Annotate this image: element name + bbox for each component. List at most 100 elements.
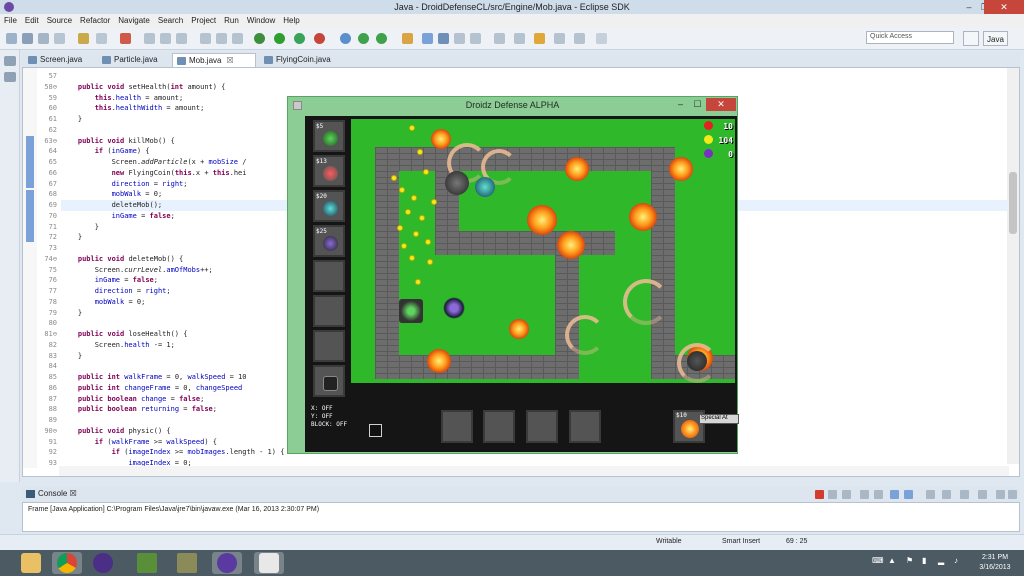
teal-tower[interactable] [475, 177, 495, 197]
menu-file[interactable]: File [0, 14, 21, 27]
menu-source[interactable]: Source [43, 14, 76, 27]
search-icon[interactable] [422, 33, 433, 44]
save-icon[interactable] [22, 33, 33, 44]
step-into-icon[interactable] [200, 33, 211, 44]
package-explorer-icon[interactable] [3, 72, 16, 82]
restore-icon[interactable] [3, 56, 16, 66]
shop-slot-trash[interactable] [313, 365, 345, 397]
new-icon[interactable] [6, 33, 17, 44]
battery-icon[interactable]: ▮ [922, 556, 926, 565]
run-icon[interactable] [274, 33, 285, 44]
last-edit-location-icon[interactable] [534, 33, 545, 44]
shop-slot-green-tower[interactable]: $5 [313, 120, 345, 152]
eclipse-task-2[interactable] [212, 552, 242, 574]
display-console-icon[interactable] [942, 490, 951, 499]
suspend-icon[interactable] [160, 33, 171, 44]
console-close-icon[interactable]: ☒ [70, 489, 77, 498]
new-package-icon[interactable] [358, 33, 369, 44]
pin-editor-icon[interactable] [596, 33, 607, 44]
step-over-icon[interactable] [216, 33, 227, 44]
menu-run[interactable]: Run [220, 14, 243, 27]
toggle-mark-icon[interactable] [78, 33, 89, 44]
debug-checkbox[interactable] [369, 424, 382, 437]
back-icon[interactable] [554, 33, 565, 44]
minecraft-task[interactable] [132, 552, 162, 574]
coverage-icon[interactable] [294, 33, 305, 44]
close-button[interactable]: ✕ [984, 0, 1024, 14]
green-tower[interactable] [399, 299, 423, 323]
remove-all-icon[interactable] [842, 490, 851, 499]
tab-close-icon[interactable]: ☒ [226, 56, 233, 65]
menu-edit[interactable]: Edit [21, 14, 43, 27]
inventory-slot[interactable] [526, 410, 558, 443]
game-task[interactable] [172, 552, 202, 574]
console-view-tab[interactable]: Console ☒ [22, 487, 1020, 502]
mark-occurrences-icon[interactable] [454, 33, 465, 44]
code-line[interactable]: public void setHealth(int amount) { [61, 82, 1011, 93]
code-line[interactable] [61, 71, 1011, 82]
next-annotation-icon[interactable] [96, 33, 107, 44]
editor-horizontal-scrollbar[interactable] [59, 466, 1009, 476]
maximize-view-icon[interactable] [1008, 490, 1017, 499]
shop-slot-empty[interactable] [313, 295, 345, 327]
remove-launch-icon[interactable] [828, 490, 837, 499]
game-close-button[interactable]: ✕ [706, 98, 736, 111]
menu-project[interactable]: Project [187, 14, 220, 27]
block-selection-icon[interactable] [470, 33, 481, 44]
inventory-slot[interactable] [569, 410, 601, 443]
next-edit-icon[interactable] [494, 33, 505, 44]
step-return-icon[interactable] [232, 33, 243, 44]
inventory-slot[interactable] [441, 410, 473, 443]
pin-console-icon[interactable] [926, 490, 935, 499]
editor-vertical-scrollbar[interactable] [1007, 68, 1019, 464]
resume-icon[interactable] [144, 33, 155, 44]
game-canvas[interactable]: $5 $13 $20 $25 10 104 0 X: OFF Y: OFF BL… [305, 116, 739, 452]
network-icon[interactable]: ▂ [938, 556, 944, 565]
minimize-view-icon[interactable] [996, 490, 1005, 499]
save-all-icon[interactable] [38, 33, 49, 44]
game-titlebar[interactable]: Droidz Defense ALPHA – ☐ ✕ [288, 97, 737, 113]
forward-icon[interactable] [574, 33, 585, 44]
tab-screen-java[interactable]: Screen.java [24, 53, 92, 67]
menu-refactor[interactable]: Refactor [76, 14, 114, 27]
game-window[interactable]: Droidz Defense ALPHA – ☐ ✕ $5 $13 $20 $2… [287, 96, 739, 454]
purple-tower[interactable] [443, 297, 465, 319]
shop-slot-purple-tower[interactable]: $25 [313, 225, 345, 257]
shop-slot-empty[interactable] [313, 260, 345, 292]
print-icon[interactable] [54, 33, 65, 44]
tab-mob-java[interactable]: Mob.java ☒ [172, 53, 256, 67]
menu-navigate[interactable]: Navigate [114, 14, 154, 27]
java-perspective-button[interactable]: Java [983, 31, 1008, 46]
shop-slot-teal-tower[interactable]: $20 [313, 190, 345, 222]
open-perspective-icon[interactable] [963, 31, 979, 46]
quick-access-input[interactable]: Quick Access [866, 31, 954, 44]
menu-window[interactable]: Window [243, 14, 279, 27]
file-explorer-task[interactable] [16, 552, 46, 574]
clear-console-icon[interactable] [860, 490, 869, 499]
external-tools-icon[interactable] [314, 33, 325, 44]
shop-slot-red-tower[interactable]: $13 [313, 155, 345, 187]
menu-search[interactable]: Search [154, 14, 187, 27]
menu-help[interactable]: Help [279, 14, 303, 27]
game-map[interactable]: 10 104 0 [351, 119, 735, 383]
tab-particle-java[interactable]: Particle.java [98, 53, 170, 67]
scroll-lock-icon[interactable] [874, 490, 883, 499]
debug-icon[interactable] [254, 33, 265, 44]
volume-icon[interactable]: ♪ [954, 556, 958, 565]
action-center-icon[interactable]: ⚑ [906, 556, 913, 565]
chrome-task[interactable] [52, 552, 82, 574]
inventory-slot[interactable] [483, 410, 515, 443]
terminate-icon[interactable] [815, 490, 824, 499]
shop-slot-empty[interactable] [313, 330, 345, 362]
keyboard-icon[interactable]: ⌨ [872, 556, 884, 565]
prev-edit-icon[interactable] [514, 33, 525, 44]
tab-flyingcoin-java[interactable]: FlyingCoin.java [260, 53, 340, 67]
new-java-project-icon[interactable] [340, 33, 351, 44]
terminate-icon[interactable] [176, 33, 187, 44]
java-app-task[interactable] [254, 552, 284, 574]
scroll-thumb[interactable] [1009, 172, 1017, 234]
open-console-icon[interactable] [960, 490, 969, 499]
skip-breakpoints-icon[interactable] [120, 33, 131, 44]
console-output[interactable]: Frame [Java Application] C:\Program File… [22, 502, 1020, 532]
game-minimize-button[interactable]: – [672, 98, 689, 111]
